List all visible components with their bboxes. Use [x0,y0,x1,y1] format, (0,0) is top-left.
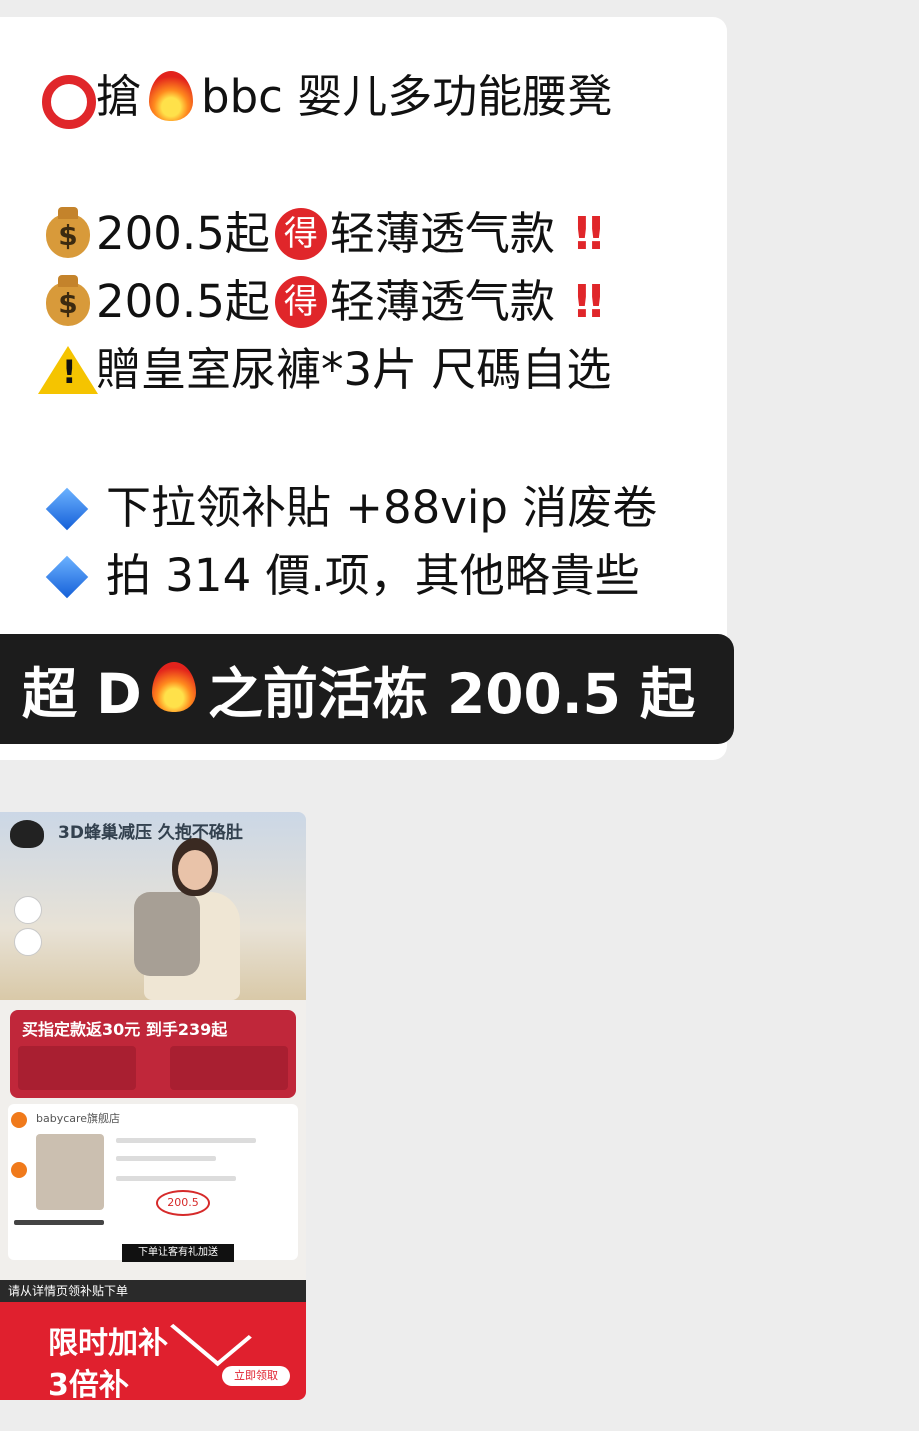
promo-tile [170,1046,288,1090]
brand-logo-icon [10,820,44,848]
claim-button: 立即领取 [222,1366,290,1386]
gift-label: 下单让客有礼加送 [122,1244,234,1262]
money-bag-icon: $ [36,272,96,332]
gift-line: ! 贈皇室尿褲*3片 尺碼自选 [36,340,611,400]
subsidy-banner: 请从详情页领补贴下单 限时加补 3倍补 立即领取 [0,1280,306,1400]
text-placeholder [116,1138,256,1143]
promo-text: 买指定款返30元 到手239起 [22,1020,228,1039]
price-desc: 轻薄透气款 [329,275,555,328]
warning-icon: ! [36,340,98,400]
check-icon [11,1162,27,1178]
double-exclamation-icon: ‼ [574,207,603,260]
de-character-icon: 得 [270,272,330,332]
text-placeholder [116,1176,236,1181]
gift-text: 贈皇室尿褲*3片 尺碼自选 [96,343,612,396]
title-char: 搶 [96,70,142,123]
text-placeholder [116,1156,216,1161]
subsidy-headline: 限时加补 [48,1326,168,1361]
product-photo: 3D蜂巢减压 久抱不硌肚 [0,812,306,1000]
blue-diamond-icon [36,546,96,606]
price-text: 200.5起 [96,207,270,260]
tip-text: 下拉领补貼 +88vip 消废卷 [106,481,658,534]
check-icon [11,1112,27,1128]
promo-card: 买指定款返30元 到手239起 [10,1010,296,1098]
product-image-thumbnail[interactable]: 3D蜂巢减压 久抱不硌肚 买指定款返30元 到手239起 babycare旗舰店… [0,812,306,1400]
check-mark-icon [170,1297,252,1367]
banner-text-a: 超 D [22,662,142,726]
title-product: bbc 婴儿多功能腰凳 [201,70,613,123]
tip-line-2: 拍 314 價.项，其他略貴些 [36,546,640,606]
text-placeholder [14,1220,104,1225]
banner-text-b: 之前活栋 200.5 起 [207,662,696,726]
subsidy-multiplier: 3倍补 [48,1368,129,1400]
order-panel: babycare旗舰店 200.5 [8,1104,298,1260]
subsidy-note: 请从详情页领补贴下单 [0,1280,306,1302]
price-line-2: $ 200.5起 得 轻薄透气款 ‼ [36,272,603,332]
double-exclamation-icon: ‼ [574,275,603,328]
de-character-icon: 得 [270,204,330,264]
product-image [36,1134,104,1210]
promo-tile [18,1046,136,1090]
title-line: 搶 bbc 婴儿多功能腰凳 [36,67,613,129]
fire-icon [141,67,201,127]
price-text: 200.5起 [96,275,270,328]
highlight-banner: 超 D 之前活栋 200.5 起 [0,634,734,744]
tip-line-1: 下拉领补貼 +88vip 消废卷 [36,478,657,538]
feature-badge-icon [14,896,42,924]
feature-badge-icon [14,928,42,956]
tip-text: 拍 314 價.项，其他略貴些 [106,549,640,602]
circled-price: 200.5 [156,1190,210,1216]
blue-diamond-icon [36,478,96,538]
store-name: babycare旗舰店 [36,1112,121,1125]
red-circle-icon [36,67,96,129]
fire-icon [142,656,208,722]
model-with-baby-carrier [118,832,240,1000]
money-bag-icon: $ [36,204,96,264]
price-line-1: $ 200.5起 得 轻薄透气款 ‼ [36,204,603,264]
price-desc: 轻薄透气款 [329,207,555,260]
